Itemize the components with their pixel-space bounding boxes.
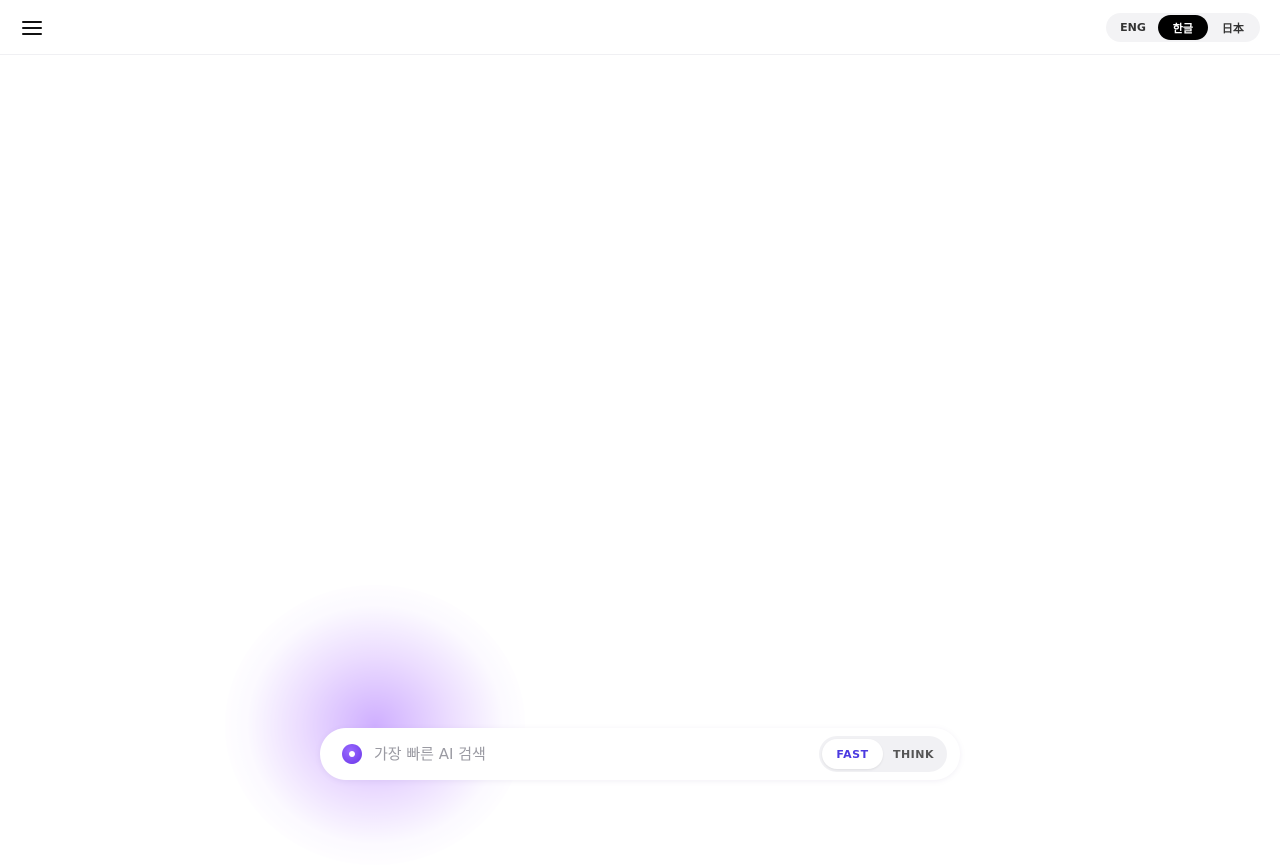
ai-orb-icon	[342, 744, 362, 764]
mode-fast-button[interactable]: FAST	[822, 739, 883, 769]
menu-bar	[22, 21, 42, 23]
language-switcher: ENG 한글 日本	[1106, 13, 1260, 42]
search-input[interactable]	[374, 740, 794, 768]
top-header: ENG 한글 日本	[0, 0, 1280, 55]
lang-option-jpn[interactable]: 日本	[1208, 15, 1258, 40]
menu-bar	[22, 27, 42, 29]
lang-option-kor[interactable]: 한글	[1158, 15, 1208, 40]
lang-option-eng[interactable]: ENG	[1108, 15, 1158, 40]
mode-think-button[interactable]: THINK	[883, 739, 944, 769]
hamburger-menu-icon[interactable]	[14, 10, 50, 46]
mode-switcher: FAST THINK	[819, 736, 947, 772]
purple-glow-decoration	[225, 585, 525, 865]
search-bar: FAST THINK	[320, 728, 960, 780]
menu-bar	[22, 33, 42, 35]
